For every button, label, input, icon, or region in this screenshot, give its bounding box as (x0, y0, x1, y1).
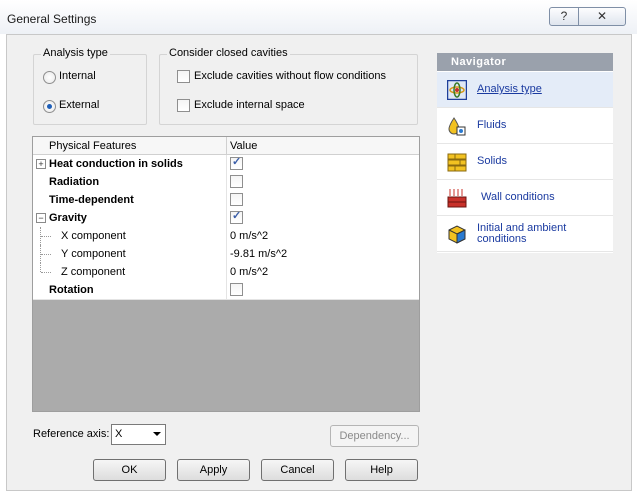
feature-name: Gravity (49, 212, 87, 224)
question-icon: ? (560, 9, 568, 23)
table-row[interactable]: X component 0 m/s^2 (33, 227, 419, 246)
column-header-features[interactable]: Physical Features (49, 140, 136, 152)
nav-item-fluids[interactable]: Fluids (437, 108, 613, 144)
time-dependent-checkbox[interactable] (230, 193, 243, 206)
navigator-title: Navigator (437, 53, 613, 71)
reference-axis-label: Reference axis: (33, 428, 110, 440)
cell-divider (226, 245, 227, 263)
table-row[interactable]: Y component -9.81 m/s^2 (33, 245, 419, 264)
column-divider[interactable] (226, 137, 227, 154)
internal-radio[interactable] (43, 71, 56, 84)
close-icon: ✕ (596, 9, 608, 23)
exclude-internal-space-label[interactable]: Exclude internal space (194, 99, 305, 111)
ok-button[interactable]: OK (93, 459, 166, 481)
tree-branch (41, 254, 51, 255)
nav-label-fluids[interactable]: Fluids (477, 120, 506, 131)
cell-divider (226, 209, 227, 227)
tree-branch (41, 272, 51, 273)
cell-divider (226, 173, 227, 191)
help-button[interactable]: Help (345, 459, 418, 481)
external-label[interactable]: External (59, 99, 99, 111)
tree-line (40, 263, 42, 272)
cell-divider (226, 155, 227, 173)
analysis-type-icon (447, 80, 467, 100)
dependency-button[interactable]: Dependency... (330, 425, 419, 447)
title-bar: General Settings ? ✕ (0, 0, 637, 34)
dialog-body: Analysis type Internal External Consider… (6, 34, 632, 491)
table-row[interactable]: + Heat conduction in solids (33, 155, 419, 174)
x-component-value[interactable]: 0 m/s^2 (230, 230, 268, 242)
wall-conditions-icon (447, 189, 467, 208)
physical-features-table: Physical Features Value + Heat conductio… (32, 136, 420, 412)
closed-cavities-title: Consider closed cavities (167, 47, 290, 59)
chevron-down-icon (153, 432, 161, 436)
nav-label-analysis-type[interactable]: Analysis type (477, 84, 542, 95)
help-title-button[interactable]: ? (549, 7, 579, 26)
feature-name: Z component (61, 266, 126, 278)
z-component-value[interactable]: 0 m/s^2 (230, 266, 268, 278)
feature-name: Time-dependent (49, 194, 134, 206)
window-title: General Settings (7, 12, 97, 26)
reference-axis-select[interactable]: X (111, 424, 166, 445)
exclude-internal-space-checkbox[interactable] (177, 99, 190, 112)
nav-label-wall-conditions[interactable]: Wall conditions (481, 192, 555, 203)
fluids-icon (448, 117, 466, 136)
y-component-value[interactable]: -9.81 m/s^2 (230, 248, 287, 260)
table-header: Physical Features Value (33, 137, 419, 155)
cell-divider (226, 281, 227, 299)
nav-item-solids[interactable]: Solids (437, 144, 613, 180)
nav-label-solids[interactable]: Solids (477, 156, 507, 167)
tree-branch (41, 236, 51, 237)
cell-divider (226, 263, 227, 281)
feature-name: Radiation (49, 176, 100, 188)
closed-cavities-group: Consider closed cavities Exclude cavitie… (159, 47, 418, 125)
expand-icon[interactable]: + (36, 159, 46, 169)
gravity-checkbox[interactable] (230, 209, 243, 224)
apply-button[interactable]: Apply (177, 459, 250, 481)
rotation-checkbox[interactable] (230, 283, 243, 296)
nav-item-wall-conditions[interactable]: Wall conditions (437, 180, 613, 216)
initial-conditions-icon (448, 225, 466, 244)
solids-icon (447, 153, 467, 172)
nav-label-initial-conditions-2[interactable]: conditions (477, 234, 527, 245)
table-row[interactable]: Time-dependent (33, 191, 419, 210)
collapse-icon[interactable]: − (36, 213, 46, 223)
table-row[interactable]: Radiation (33, 173, 419, 192)
feature-name: Y component (61, 248, 126, 260)
cell-divider (226, 191, 227, 209)
reference-axis-value: X (115, 428, 123, 440)
close-button[interactable]: ✕ (578, 7, 626, 26)
feature-name: Rotation (49, 284, 94, 296)
navigator-panel: Navigator Analysis type Fluids Solids Wa… (437, 53, 613, 253)
column-header-value[interactable]: Value (230, 140, 257, 152)
analysis-type-title: Analysis type (41, 47, 110, 59)
cancel-button[interactable]: Cancel (261, 459, 334, 481)
heat-conduction-checkbox[interactable] (230, 155, 243, 170)
external-radio[interactable] (43, 100, 56, 113)
analysis-type-group: Analysis type Internal External (33, 47, 147, 125)
internal-label[interactable]: Internal (59, 70, 96, 82)
cell-divider (226, 227, 227, 245)
table-row[interactable]: − Gravity (33, 209, 419, 228)
feature-name: X component (61, 230, 126, 242)
table-row[interactable]: Rotation (33, 281, 419, 300)
exclude-cavities-label[interactable]: Exclude cavities without flow conditions (194, 70, 386, 82)
exclude-cavities-checkbox[interactable] (177, 70, 190, 83)
feature-name: Heat conduction in solids (49, 158, 183, 170)
table-row[interactable]: Z component 0 m/s^2 (33, 263, 419, 282)
nav-item-analysis-type[interactable]: Analysis type (437, 72, 613, 108)
radiation-checkbox[interactable] (230, 175, 243, 188)
nav-item-initial-conditions[interactable]: Initial and ambient conditions (437, 216, 613, 252)
